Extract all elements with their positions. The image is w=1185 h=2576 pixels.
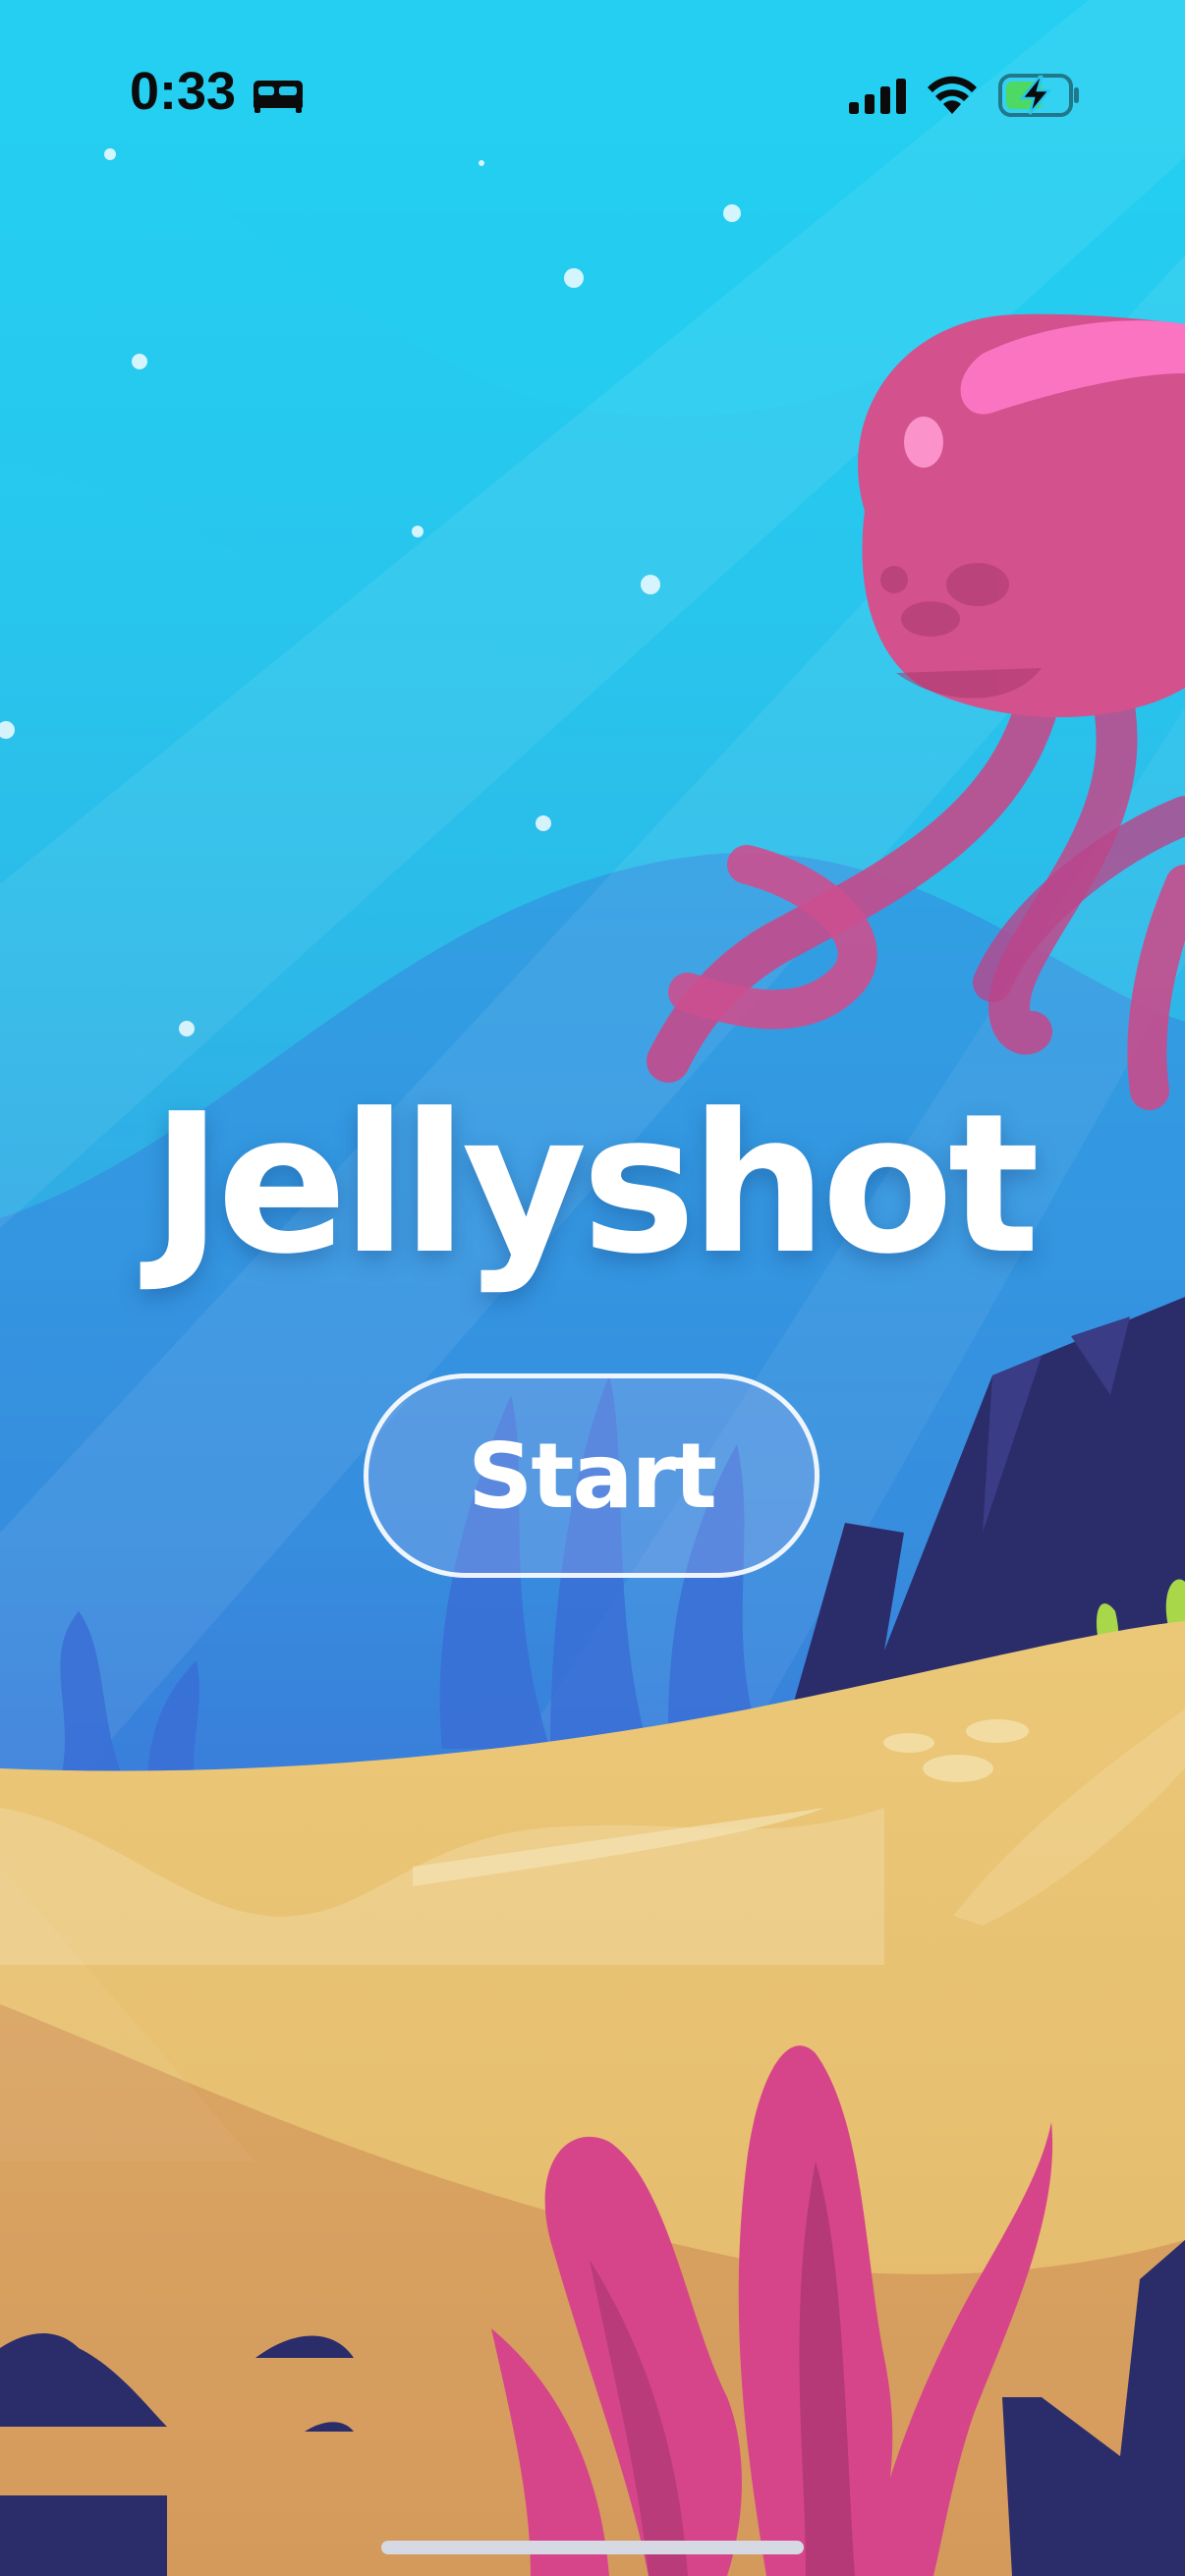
game-title: Jellyshot	[150, 1073, 1041, 1297]
home-indicator[interactable]	[381, 2541, 804, 2554]
start-button-label: Start	[468, 1423, 717, 1529]
game-start-screen: 0:33 Jellyshot Start	[0, 0, 1185, 2576]
battery-charging-icon	[998, 74, 1079, 117]
status-bar: 0:33	[0, 0, 1185, 177]
status-time: 0:33	[130, 62, 237, 121]
bed-icon	[254, 81, 303, 113]
wifi-icon	[928, 76, 977, 114]
cellular-signal-icon	[849, 79, 906, 114]
start-button[interactable]: Start	[364, 1373, 819, 1578]
